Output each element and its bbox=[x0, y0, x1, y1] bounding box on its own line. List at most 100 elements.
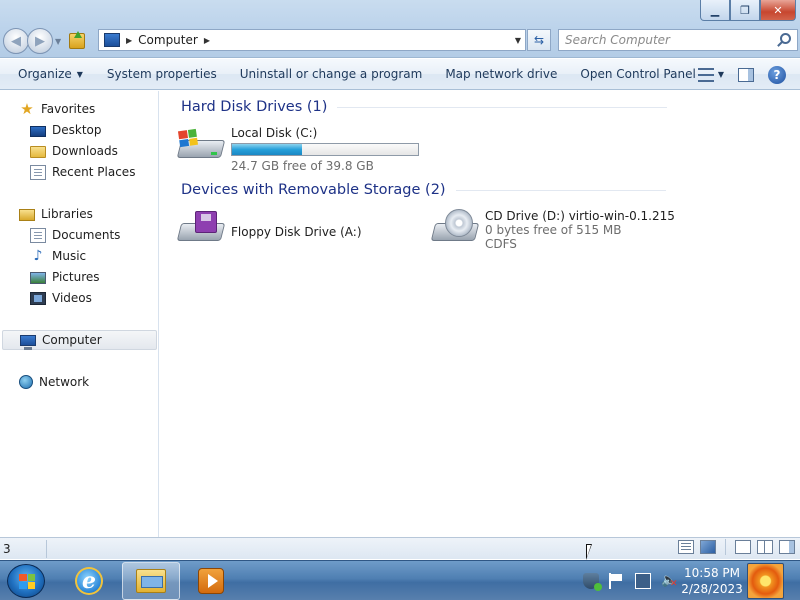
title-bar: ▁ ❐ ✕ ◀ ▶ ▼ ▶ Computer ▶ ▼ ⇆ bbox=[0, 0, 800, 58]
sidebar-item-label: Downloads bbox=[52, 144, 118, 158]
uninstall-program-button[interactable]: Uninstall or change a program bbox=[233, 59, 430, 90]
hard-disk-icon bbox=[176, 126, 226, 166]
desktop-icon bbox=[30, 125, 46, 137]
sidebar-item-label: Desktop bbox=[52, 123, 102, 137]
flag-icon[interactable] bbox=[609, 573, 625, 589]
drive-floppy-a[interactable]: Floppy Disk Drive (A:) bbox=[176, 209, 362, 249]
details-view-icon[interactable] bbox=[678, 540, 694, 554]
drive-local-disk-c[interactable]: Local Disk (C:) 24.7 GB free of 39.8 GB bbox=[176, 126, 419, 173]
forward-button[interactable]: ▶ bbox=[27, 28, 53, 54]
internet-explorer-icon: e bbox=[75, 567, 103, 595]
floppy-drive-icon bbox=[176, 209, 226, 249]
drive-free-space: 0 bytes free of 515 MB bbox=[485, 223, 622, 237]
group-divider bbox=[455, 189, 666, 191]
navigation-buttons: ◀ ▶ ▼ bbox=[3, 28, 85, 54]
libraries-icon bbox=[19, 209, 35, 221]
map-network-drive-button[interactable]: Map network drive bbox=[438, 59, 564, 90]
taskbar-windows-explorer[interactable] bbox=[122, 562, 180, 600]
recent-pages-dropdown[interactable]: ▼ bbox=[55, 37, 65, 46]
system-properties-button[interactable]: System properties bbox=[100, 59, 224, 90]
details-pane-icon[interactable] bbox=[757, 540, 773, 554]
sidebar-item-desktop[interactable]: Desktop bbox=[0, 120, 157, 140]
computer-icon bbox=[104, 33, 120, 47]
sidebar-item-documents[interactable]: Documents bbox=[0, 225, 157, 245]
windows-logo-icon bbox=[19, 574, 35, 589]
sidebar-item-label: Network bbox=[39, 375, 90, 389]
windows-explorer-icon bbox=[136, 569, 166, 593]
disk-usage-fill bbox=[232, 144, 303, 155]
group-header-removable-storage[interactable]: Devices with Removable Storage (2) bbox=[181, 182, 666, 198]
layout-icon[interactable] bbox=[735, 540, 751, 554]
computer-icon bbox=[20, 335, 36, 350]
videos-icon bbox=[30, 292, 46, 305]
close-button[interactable]: ✕ bbox=[760, 0, 796, 21]
address-dropdown-icon[interactable]: ▼ bbox=[515, 36, 521, 45]
sidebar-item-music[interactable]: ♪ Music bbox=[0, 246, 157, 266]
network-status-icon[interactable] bbox=[635, 573, 651, 589]
address-bar[interactable]: ▶ Computer ▶ ▼ bbox=[98, 29, 526, 51]
taskbar: e 🔈 10:58 PM 2/28/2023 bbox=[0, 560, 800, 600]
search-box[interactable] bbox=[558, 29, 798, 51]
sidebar-item-network[interactable]: Network bbox=[0, 372, 157, 392]
large-icons-view-icon[interactable] bbox=[700, 540, 716, 554]
change-view-icon[interactable] bbox=[697, 67, 714, 82]
group-divider bbox=[337, 106, 668, 108]
back-arrow-icon: ◀ bbox=[11, 33, 21, 49]
drive-name: CD Drive (D:) virtio-win-0.1.215 bbox=[485, 209, 675, 223]
star-icon: ★ bbox=[20, 99, 34, 118]
breadcrumb-chevron-icon[interactable]: ▶ bbox=[126, 36, 132, 45]
navigation-pane: ★ Favorites Desktop Downloads Recent Pla… bbox=[0, 91, 159, 537]
preview-pane-toggle-icon[interactable] bbox=[779, 540, 795, 554]
search-icon[interactable] bbox=[780, 33, 791, 44]
open-control-panel-button[interactable]: Open Control Panel bbox=[573, 59, 702, 90]
close-icon: ✕ bbox=[773, 3, 783, 17]
start-button[interactable] bbox=[7, 564, 45, 598]
view-dropdown-icon[interactable]: ▼ bbox=[718, 70, 724, 79]
volume-muted-icon[interactable]: 🔈 bbox=[661, 573, 678, 592]
pictures-icon bbox=[30, 272, 46, 284]
sidebar-item-videos[interactable]: Videos bbox=[0, 288, 157, 308]
minimize-button[interactable]: ▁ bbox=[700, 0, 730, 21]
drive-filesystem: CDFS bbox=[485, 237, 517, 251]
sidebar-item-label: Pictures bbox=[52, 270, 100, 284]
group-header-hard-disk-drives[interactable]: Hard Disk Drives (1) bbox=[181, 99, 668, 115]
sidebar-item-label: Computer bbox=[42, 333, 102, 347]
sidebar-item-libraries[interactable]: Libraries bbox=[0, 204, 157, 224]
system-clock[interactable]: 10:58 PM 2/28/2023 bbox=[680, 565, 744, 597]
drive-cd-d[interactable]: CD Drive (D:) virtio-win-0.1.215 0 bytes… bbox=[430, 209, 675, 251]
sidebar-item-pictures[interactable]: Pictures bbox=[0, 267, 157, 287]
drive-name: Local Disk (C:) bbox=[231, 126, 318, 140]
refresh-button[interactable]: ⇆ bbox=[527, 29, 551, 51]
organize-menu[interactable]: Organize ▼ bbox=[11, 59, 90, 90]
sidebar-item-label: Music bbox=[52, 249, 87, 263]
search-input[interactable] bbox=[565, 33, 765, 47]
back-button[interactable]: ◀ bbox=[3, 28, 29, 54]
sidebar-item-favorites[interactable]: ★ Favorites bbox=[0, 99, 157, 119]
window-controls: ▁ ❐ ✕ bbox=[700, 0, 796, 21]
up-folder-icon[interactable] bbox=[69, 31, 85, 49]
sidebar-item-downloads[interactable]: Downloads bbox=[0, 141, 157, 161]
taskbar-internet-explorer[interactable]: e bbox=[60, 562, 118, 600]
user-picture-flower-icon[interactable] bbox=[747, 563, 784, 599]
preview-pane-icon[interactable] bbox=[738, 67, 754, 82]
breadcrumb-computer[interactable]: Computer bbox=[138, 33, 198, 47]
downloads-folder-icon bbox=[30, 146, 46, 158]
sidebar-item-recent-places[interactable]: Recent Places bbox=[0, 162, 157, 182]
breadcrumb-chevron-icon[interactable]: ▶ bbox=[204, 36, 210, 45]
view-controls: ▼ ? bbox=[697, 59, 800, 90]
drive-free-space: 24.7 GB free of 39.8 GB bbox=[231, 159, 374, 173]
media-player-icon bbox=[198, 568, 224, 594]
item-count: 3 items bbox=[0, 539, 47, 574]
sidebar-item-computer[interactable]: Computer bbox=[2, 330, 157, 350]
taskbar-media-player[interactable] bbox=[182, 562, 240, 600]
minimize-icon: ▁ bbox=[710, 3, 720, 17]
sidebar-item-label: Documents bbox=[52, 228, 121, 242]
help-icon[interactable]: ? bbox=[768, 65, 786, 84]
organize-label: Organize bbox=[18, 67, 72, 81]
notification-area: 🔈 bbox=[578, 561, 682, 600]
group-header-label: Devices with Removable Storage (2) bbox=[181, 182, 446, 198]
content-pane: Hard Disk Drives (1) Local Disk (C:) 24.… bbox=[160, 91, 800, 537]
restore-button[interactable]: ❐ bbox=[730, 0, 760, 21]
action-center-icon[interactable] bbox=[583, 573, 602, 591]
drive-name: Floppy Disk Drive (A:) bbox=[231, 225, 362, 239]
